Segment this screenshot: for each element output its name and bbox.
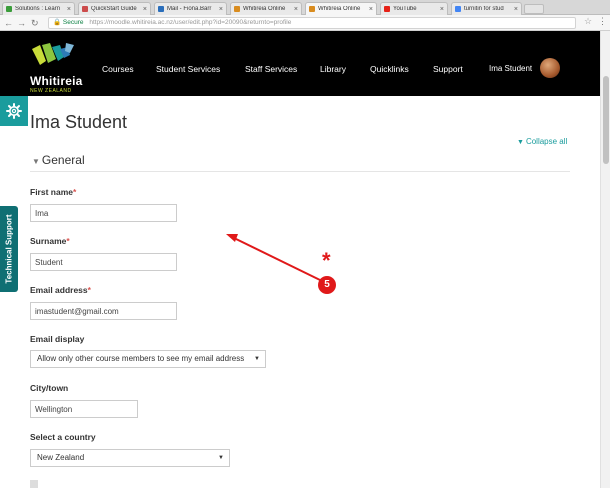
browser-tab-strip: Solutions : Learn × QuickStart Guide × M… [0,0,610,15]
close-icon[interactable]: × [369,6,373,13]
required-marker: * [73,187,77,197]
tab-favicon-icon [158,6,164,12]
close-icon[interactable]: × [514,6,518,13]
close-icon[interactable]: × [67,6,71,13]
tab-favicon-icon [6,6,12,12]
email-display-label: Email display [30,334,85,344]
tab-label: QuickStart Guide [91,6,137,12]
surname-label: Surname* [30,236,70,246]
reload-icon[interactable]: ↻ [31,17,39,29]
tab-favicon-icon [455,6,461,12]
new-tab-button[interactable] [524,4,544,14]
nav-link-library[interactable]: Library [320,64,346,74]
tab-label: YouTube [393,6,417,12]
first-name-field[interactable] [30,204,177,222]
gear-icon [6,103,22,119]
settings-gear-button[interactable] [0,96,28,126]
annotation-asterisk: * [322,248,331,273]
nav-link-courses[interactable]: Courses [102,64,134,74]
nav-link-quicklinks[interactable]: Quicklinks [370,64,409,74]
user-menu-name[interactable]: Ima Student [489,64,532,73]
page-scrollbar[interactable] [600,31,610,488]
nav-link-support[interactable]: Support [433,64,463,74]
tab-favicon-icon [309,6,315,12]
email-label-text: Email address [30,285,88,295]
surname-field[interactable] [30,253,177,271]
section-title: General [41,153,85,167]
avatar[interactable] [540,58,560,78]
address-bar: ← → ↻ 🔒 Secure https://moodle.whitireia.… [0,15,610,31]
section-divider [30,171,570,172]
section-general-header[interactable]: ▼ General [32,153,85,167]
close-icon[interactable]: × [294,6,298,13]
browser-tab[interactable]: Whitireia Online × [230,2,302,15]
browser-tab[interactable]: Mail - Fiona.Barr × [154,2,227,15]
close-icon[interactable]: × [219,6,223,13]
tab-label: Mail - Fiona.Barr [167,6,212,12]
browser-tab[interactable]: Solutions : Learn × [2,2,75,15]
collapse-all-link[interactable]: ▼ Collapse all [517,137,567,146]
lock-icon: 🔒 [53,19,62,26]
tab-label: Whitireia Online [243,6,286,12]
close-icon[interactable]: × [440,6,444,13]
nav-link-student-services[interactable]: Student Services [156,64,220,74]
required-marker: * [87,285,91,295]
logo-name: Whitireia [30,74,83,88]
logo-subtitle: NEW ZEALAND [30,88,72,94]
required-marker: * [66,236,70,246]
next-field-label-cut [30,480,38,488]
back-arrow-icon[interactable]: ← [4,17,13,29]
browser-tab[interactable]: YouTube × [380,2,448,15]
country-select[interactable]: New Zealand ▼ [30,449,230,467]
tab-label: turnitin for stud [464,6,504,12]
tab-label: Solutions : Learn [15,6,61,12]
country-value: New Zealand [37,453,85,462]
technical-support-label: Technical Support [4,214,14,284]
url-field[interactable]: 🔒 Secure https://moodle.whitireia.ac.nz/… [48,17,576,29]
city-label: City/town [30,383,69,393]
close-icon[interactable]: × [143,6,147,13]
email-display-value: Allow only other course members to see m… [37,354,245,363]
dropdown-caret-icon: ▼ [218,455,224,461]
email-label: Email address* [30,285,91,295]
country-label: Select a country [30,432,96,442]
bookmark-star-icon[interactable]: ☆ [584,16,592,27]
first-name-label-text: First name [30,187,73,197]
first-name-label: First name* [30,187,76,197]
browser-menu-icon[interactable]: ⋮ [598,16,607,27]
city-field[interactable] [30,400,138,418]
nav-link-staff-services[interactable]: Staff Services [245,64,297,74]
secure-label: Secure [62,19,84,26]
caret-down-icon: ▼ [517,139,524,146]
tab-label: Whitireia Online [318,6,361,12]
caret-down-icon: ▼ [32,157,40,166]
site-navbar: Whitireia NEW ZEALAND Courses Student Se… [0,31,600,96]
dropdown-caret-icon: ▼ [254,356,260,362]
technical-support-tab[interactable]: Technical Support [0,206,18,292]
page-title: Ima Student [30,112,128,132]
email-display-select[interactable]: Allow only other course members to see m… [30,350,266,368]
browser-tab[interactable]: turnitin for stud × [451,2,522,15]
url-text: https://moodle.whitireia.ac.nz/user/edit… [89,19,292,26]
forward-arrow-icon[interactable]: → [17,17,26,29]
browser-tab[interactable]: QuickStart Guide × [78,2,151,15]
scrollbar-thumb[interactable] [603,76,609,164]
surname-label-text: Surname [30,236,67,246]
tab-favicon-icon [384,6,390,12]
tab-favicon-icon [82,6,88,12]
tab-favicon-icon [234,6,240,12]
browser-tab-active[interactable]: Whitireia Online × [305,2,377,15]
email-field[interactable] [30,302,177,320]
annotation-step-badge: 5 [318,276,336,294]
collapse-all-label: Collapse all [525,137,568,146]
